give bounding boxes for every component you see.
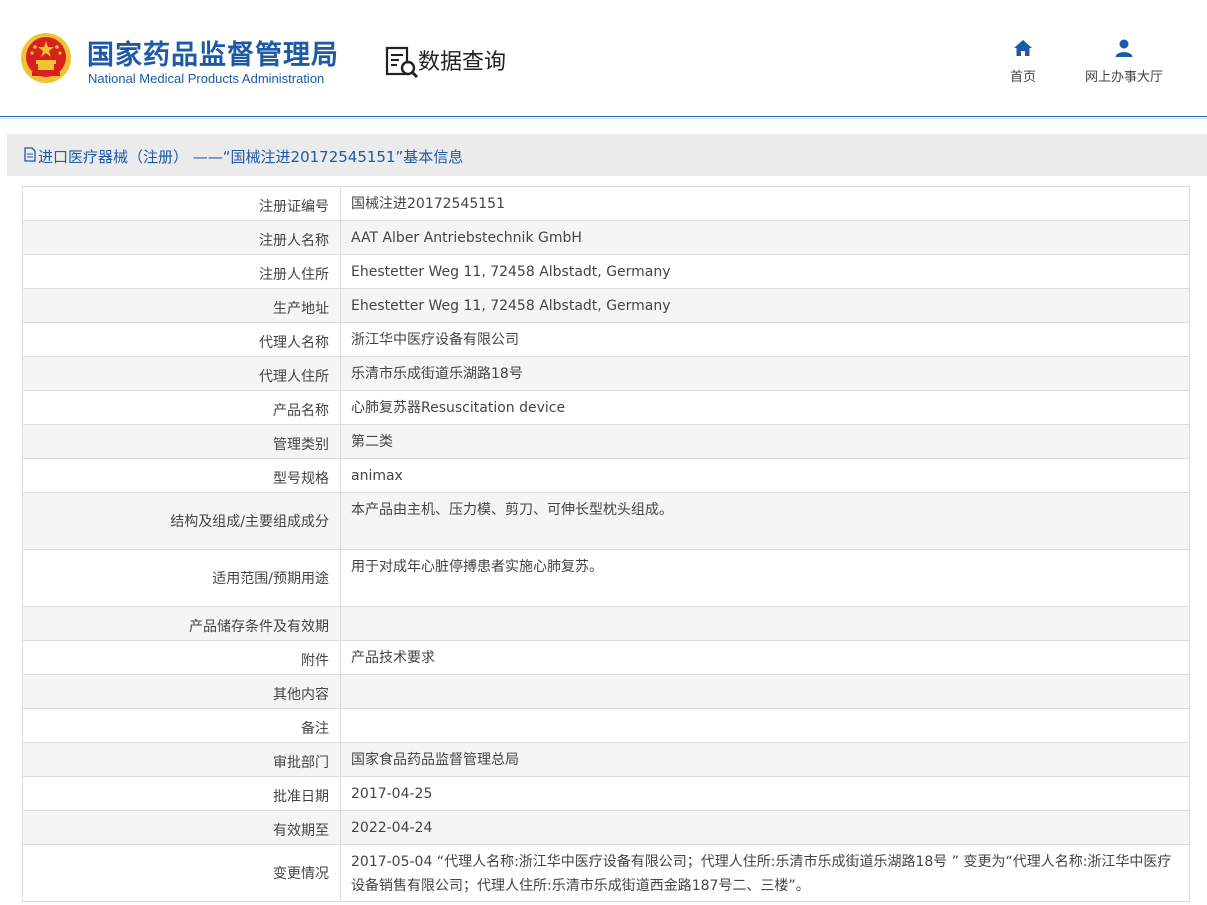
field-value: 国械注进20172545151 xyxy=(340,186,1190,221)
field-label: 代理人名称 xyxy=(22,322,341,357)
table-row: 注册人住所 Ehestetter Weg 11, 72458 Albstadt, … xyxy=(22,254,1190,289)
user-icon xyxy=(1115,39,1133,57)
field-value: AAT Alber Antriebstechnik GmbH xyxy=(340,220,1190,255)
field-value: 浙江华中医疗设备有限公司 xyxy=(340,322,1190,357)
field-label: 变更情况 xyxy=(22,844,341,902)
table-row: 变更情况 2017-05-04 “代理人名称:浙江华中医疗设备有限公司；代理人住所… xyxy=(22,844,1190,902)
field-label: 审批部门 xyxy=(22,742,341,777)
nav-hall-label: 网上办事大厅 xyxy=(1084,70,1163,85)
field-value: 心肺复苏器Resuscitation device xyxy=(340,390,1190,425)
detail-panel: 进口医疗器械（注册） ——“国械注进20172545151”基本信息 注册证编号… xyxy=(7,134,1207,905)
field-label: 有效期至 xyxy=(22,810,341,845)
nav-home[interactable]: 首页 xyxy=(1004,38,1042,85)
field-value: 2022-04-24 xyxy=(340,810,1190,845)
panel-body: 注册证编号 国械注进20172545151 注册人名称 AAT Alber Antri… xyxy=(7,176,1207,905)
panel-title: 进口医疗器械（注册） ——“国械注进20172545151”基本信息 xyxy=(38,148,464,166)
field-value: 2017-04-25 xyxy=(340,776,1190,811)
field-label: 生产地址 xyxy=(22,288,341,323)
field-label: 适用范围/预期用途 xyxy=(22,549,341,607)
table-row: 产品储存条件及有效期 xyxy=(22,606,1190,641)
panel-title-bar: 进口医疗器械（注册） ——“国械注进20172545151”基本信息 xyxy=(7,134,1207,176)
field-value: Ehestetter Weg 11, 72458 Albstadt, Germa… xyxy=(340,288,1190,323)
table-row: 审批部门 国家食品药品监督管理总局 xyxy=(22,742,1190,777)
data-query-label: 数据查询 xyxy=(418,50,507,75)
data-query-icon xyxy=(385,46,419,79)
field-value: 第二类 xyxy=(340,424,1190,459)
site-title: 国家药品监督管理局 xyxy=(87,40,339,71)
field-label: 批准日期 xyxy=(22,776,341,811)
field-value: 本产品由主机、压力模、剪刀、可伸长型枕头组成。 xyxy=(340,492,1190,550)
site-title-en: National Medical Products Administration xyxy=(88,71,325,86)
field-label: 型号规格 xyxy=(22,458,341,493)
nav-online-service-hall[interactable]: 网上办事大厅 xyxy=(1078,38,1170,85)
table-row: 代理人住所 乐清市乐成街道乐湖路18号 xyxy=(22,356,1190,391)
header-divider xyxy=(0,116,1207,117)
table-row: 注册证编号 国械注进20172545151 xyxy=(22,186,1190,221)
field-value: Ehestetter Weg 11, 72458 Albstadt, Germa… xyxy=(340,254,1190,289)
site-header: 国家药品监督管理局 National Medical Products Admi… xyxy=(0,0,1207,116)
table-row: 批准日期 2017-04-25 xyxy=(22,776,1190,811)
table-row: 适用范围/预期用途 用于对成年心脏停搏患者实施心肺复苏。 xyxy=(22,549,1190,607)
national-emblem-icon xyxy=(21,33,71,83)
field-value xyxy=(340,606,1190,641)
field-label: 产品名称 xyxy=(22,390,341,425)
field-value: 用于对成年心脏停搏患者实施心肺复苏。 xyxy=(340,549,1190,607)
table-row: 型号规格 animax xyxy=(22,458,1190,493)
field-value: 国家食品药品监督管理总局 xyxy=(340,742,1190,777)
table-row: 生产地址 Ehestetter Weg 11, 72458 Albstadt, G… xyxy=(22,288,1190,323)
field-label: 管理类别 xyxy=(22,424,341,459)
header-divider-light xyxy=(0,118,1207,119)
table-row: 代理人名称 浙江华中医疗设备有限公司 xyxy=(22,322,1190,357)
device-info-table: 注册证编号 国械注进20172545151 注册人名称 AAT Alber Antri… xyxy=(22,186,1190,902)
document-icon xyxy=(24,147,36,162)
nav-home-label: 首页 xyxy=(1009,70,1036,85)
field-label: 代理人住所 xyxy=(22,356,341,391)
table-row: 结构及组成/主要组成成分 本产品由主机、压力模、剪刀、可伸长型枕头组成。 xyxy=(22,492,1190,550)
field-label: 注册人名称 xyxy=(22,220,341,255)
table-row: 备注 xyxy=(22,708,1190,743)
field-value: 乐清市乐成街道乐湖路18号 xyxy=(340,356,1190,391)
field-label: 产品储存条件及有效期 xyxy=(22,606,341,641)
field-label: 附件 xyxy=(22,640,341,675)
table-row: 附件 产品技术要求 xyxy=(22,640,1190,675)
field-label: 其他内容 xyxy=(22,674,341,709)
table-row: 有效期至 2022-04-24 xyxy=(22,810,1190,845)
field-label: 结构及组成/主要组成成分 xyxy=(22,492,341,550)
table-row: 管理类别 第二类 xyxy=(22,424,1190,459)
table-row: 产品名称 心肺复苏器Resuscitation device xyxy=(22,390,1190,425)
field-label: 备注 xyxy=(22,708,341,743)
field-value: 产品技术要求 xyxy=(340,640,1190,675)
table-row: 注册人名称 AAT Alber Antriebstechnik GmbH xyxy=(22,220,1190,255)
field-value xyxy=(340,674,1190,709)
field-value: animax xyxy=(340,458,1190,493)
field-label: 注册人住所 xyxy=(22,254,341,289)
field-label: 注册证编号 xyxy=(22,186,341,221)
table-row: 其他内容 xyxy=(22,674,1190,709)
field-value xyxy=(340,708,1190,743)
field-value: 2017-05-04 “代理人名称:浙江华中医疗设备有限公司；代理人住所:乐清市… xyxy=(340,844,1190,902)
home-icon xyxy=(1014,40,1032,56)
